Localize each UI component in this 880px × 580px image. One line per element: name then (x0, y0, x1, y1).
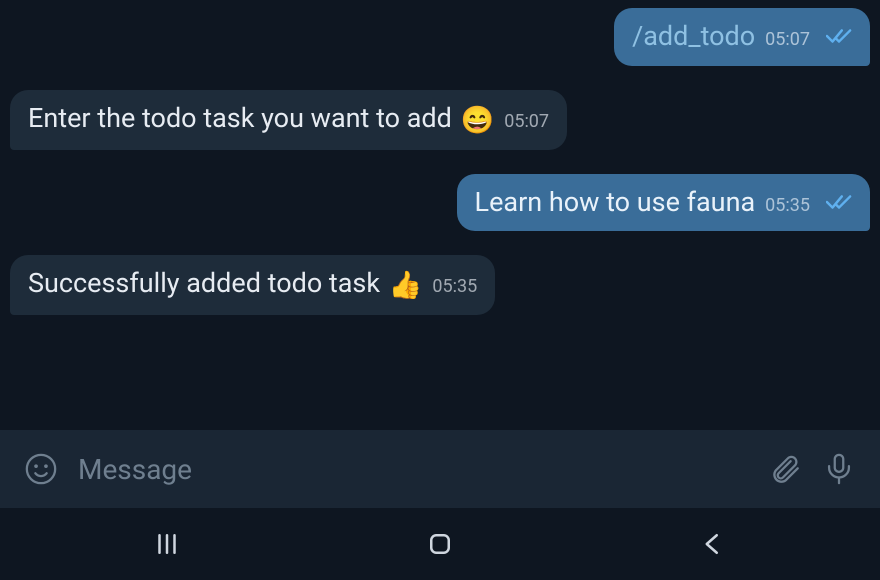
back-button[interactable] (653, 508, 773, 580)
incoming-bubble[interactable]: Successfully added todo task 👍 05:35 (10, 255, 495, 315)
message-row: Learn how to use fauna 05:35 (0, 174, 880, 232)
thumbs-up-emoji-icon: 👍 (389, 269, 423, 301)
home-button[interactable] (380, 508, 500, 580)
grin-emoji-icon: 😄 (461, 104, 495, 136)
message-row: Enter the todo task you want to add 😄 05… (0, 90, 880, 150)
message-time: 05:35 (765, 195, 810, 216)
read-check-icon (826, 27, 852, 45)
message-time: 05:07 (504, 111, 549, 132)
message-text: /add_todo (632, 20, 755, 54)
outgoing-bubble[interactable]: Learn how to use fauna 05:35 (457, 174, 870, 232)
message-time: 05:35 (432, 276, 477, 297)
message-time: 05:07 (765, 29, 810, 50)
recents-button[interactable] (107, 508, 227, 580)
message-text: Learn how to use fauna (475, 186, 756, 220)
message-text: Enter the todo task you want to add 😄 (28, 102, 494, 138)
outgoing-bubble[interactable]: /add_todo 05:07 (614, 8, 870, 66)
read-check-icon (826, 193, 852, 211)
chat-area[interactable]: /add_todo 05:07 Enter the todo task you … (0, 0, 880, 430)
microphone-icon[interactable] (822, 452, 856, 486)
message-input-bar: Message (0, 430, 880, 508)
emoji-picker-icon[interactable] (24, 452, 58, 486)
message-input[interactable]: Message (78, 453, 748, 486)
incoming-bubble[interactable]: Enter the todo task you want to add 😄 05… (10, 90, 567, 150)
android-nav-bar (0, 508, 880, 580)
attach-icon[interactable] (768, 452, 802, 486)
message-row: /add_todo 05:07 (0, 8, 880, 66)
message-text: Successfully added todo task 👍 (28, 267, 422, 303)
message-row: Successfully added todo task 👍 05:35 (0, 255, 880, 315)
